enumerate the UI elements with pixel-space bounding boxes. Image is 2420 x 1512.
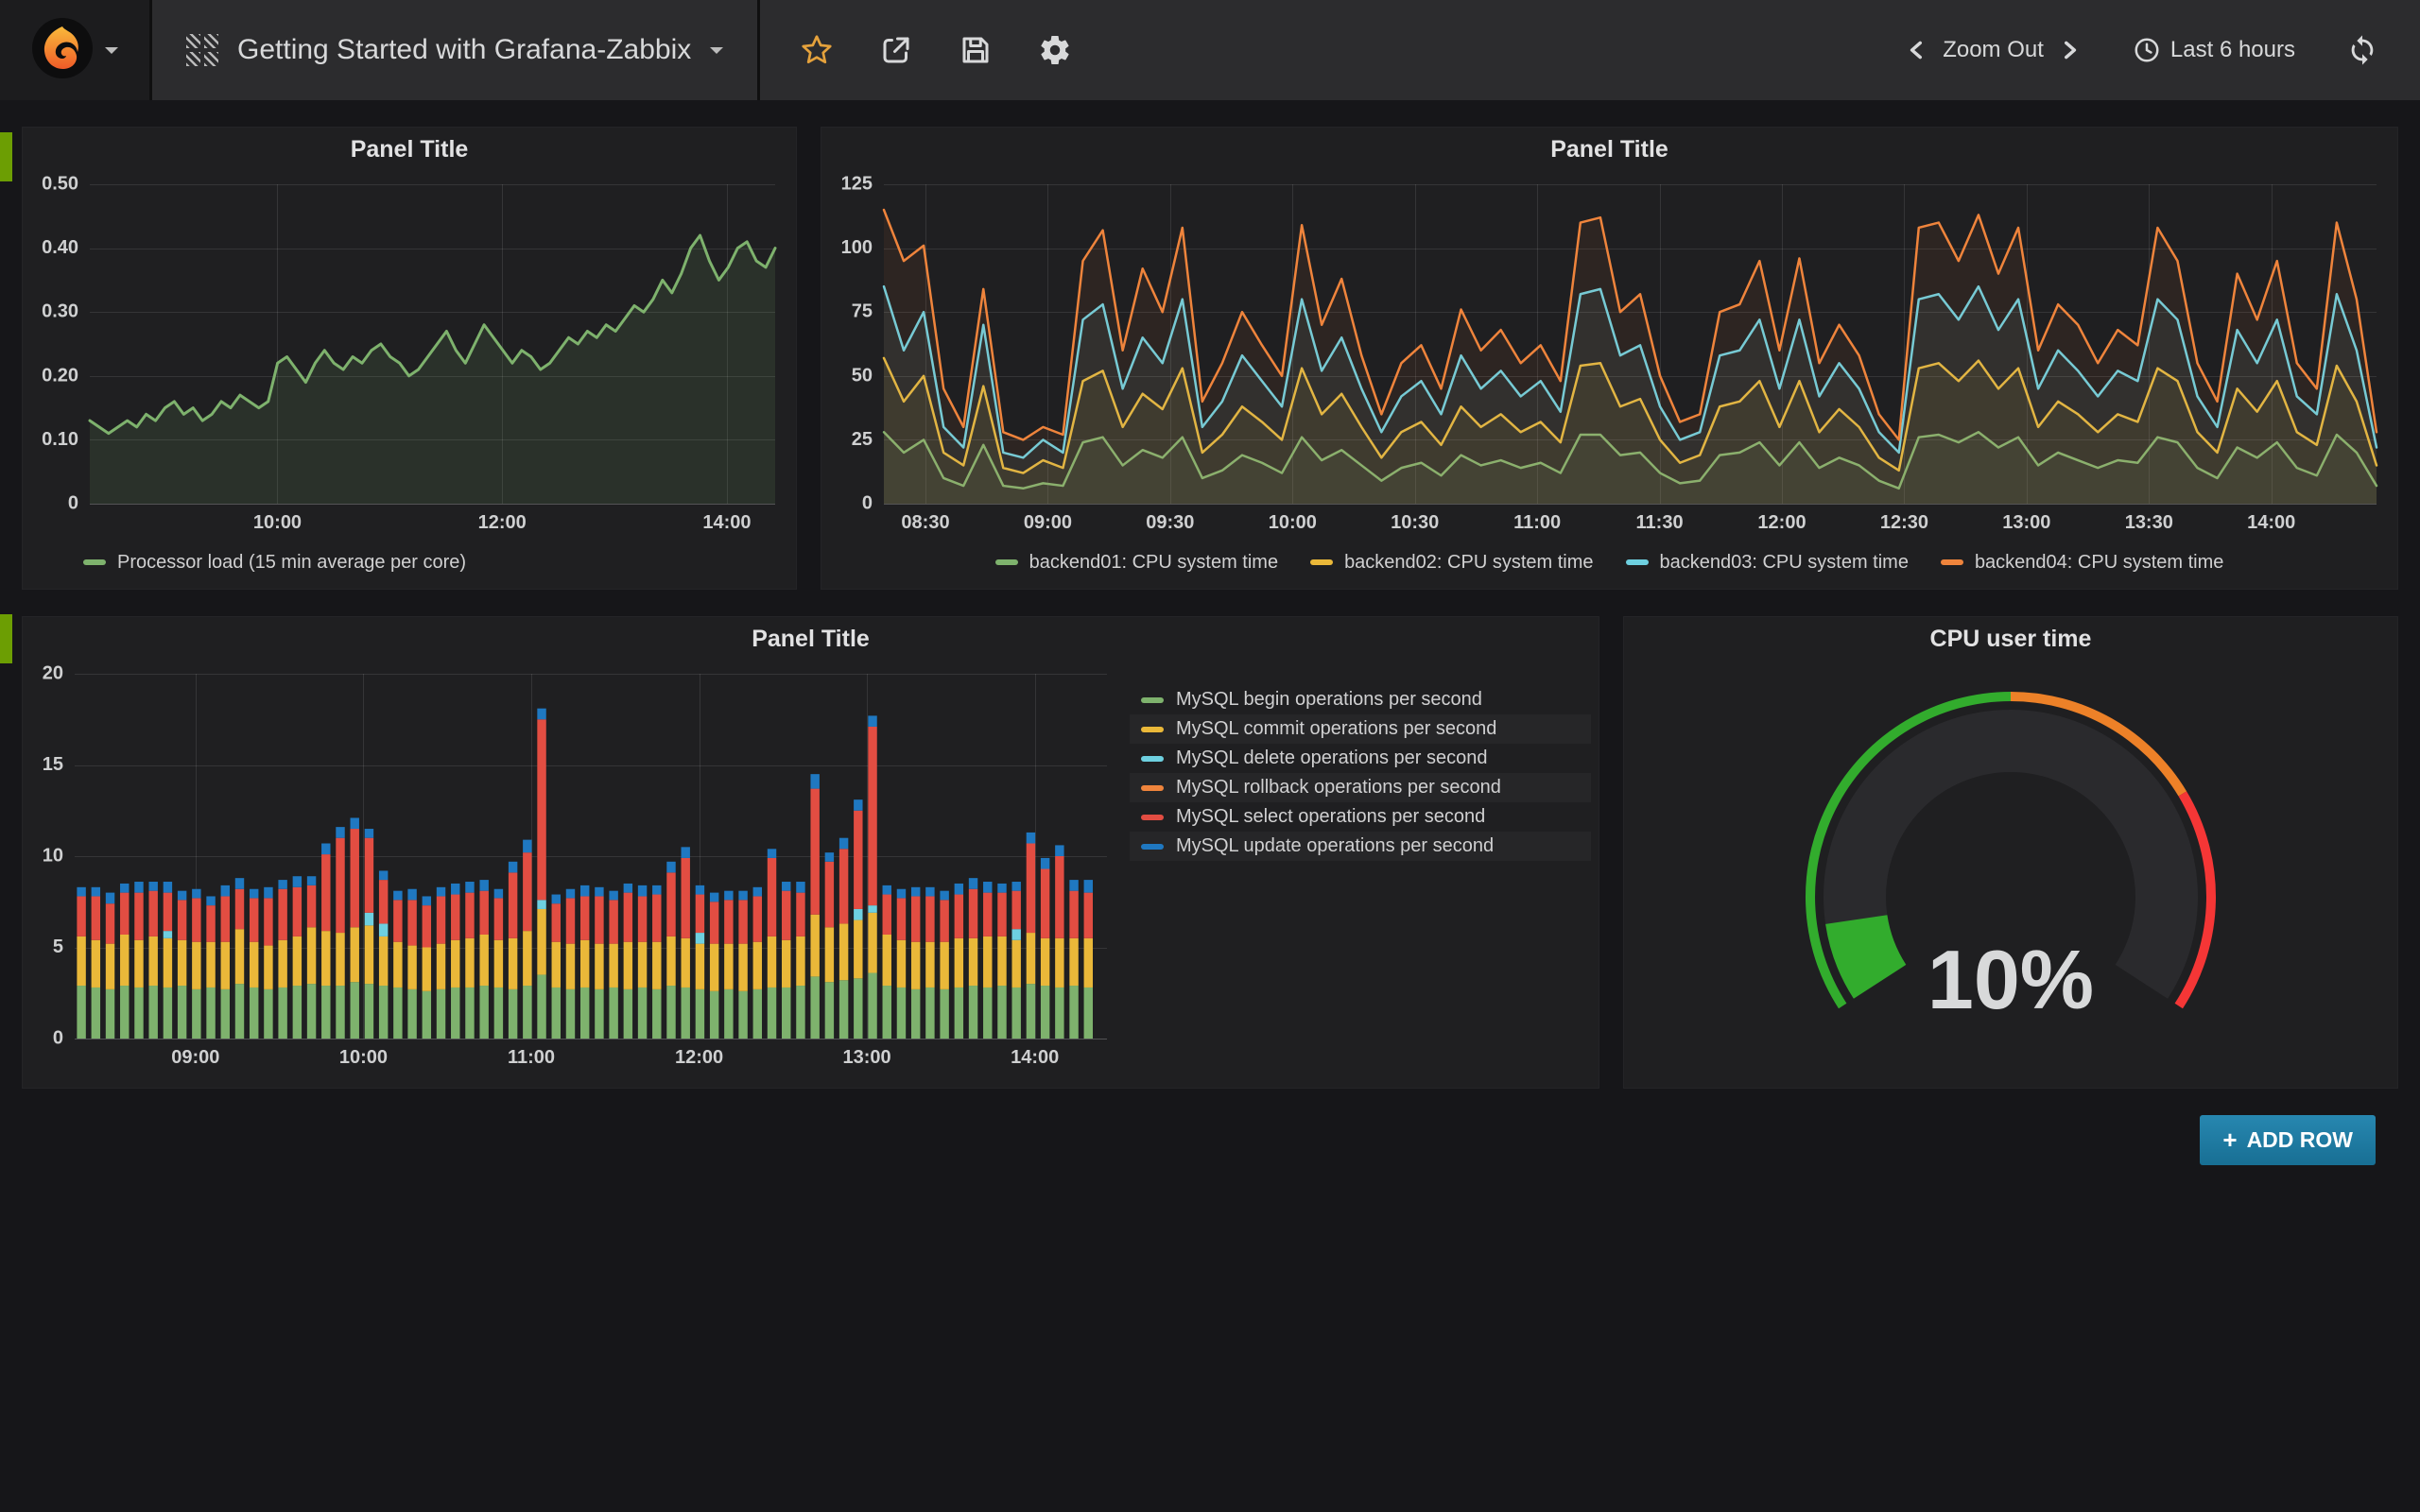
time-range-label: Last 6 hours <box>2170 37 2295 63</box>
legend-marker <box>1141 785 1164 791</box>
chevron-left-icon <box>1905 38 1929 62</box>
legend-marker <box>1141 844 1164 850</box>
dashboard-grid-icon <box>186 34 218 66</box>
panel-cpu-system-time: Panel Title backend01: CPU system time b… <box>821 127 2398 590</box>
time-controls: Zoom Out Last 6 hours <box>1905 34 2420 66</box>
legend-item[interactable]: Processor load (15 min average per core) <box>117 552 466 574</box>
add-row-button[interactable]: + ADD ROW <box>2200 1115 2376 1165</box>
dashboard-title: Getting Started with Grafana-Zabbix <box>237 34 691 66</box>
gear-icon <box>1038 33 1072 67</box>
legend-item[interactable]: MySQL update operations per second <box>1130 832 1591 861</box>
time-range-button[interactable]: Last 6 hours <box>2133 36 2295 64</box>
panel-title[interactable]: Panel Title <box>821 128 2397 171</box>
panel-processor-load: Panel Title Processor load (15 min avera… <box>22 127 797 590</box>
processor-load-chart[interactable] <box>30 171 790 541</box>
legend-marker <box>1141 727 1164 732</box>
panel-legend: backend01: CPU system time backend02: CP… <box>821 541 2397 583</box>
add-row-bar: + ADD ROW <box>22 1115 2398 1165</box>
legend-marker <box>1141 815 1164 820</box>
legend-marker <box>995 559 1018 565</box>
top-navbar: Getting Started with Grafana-Zabbix <box>0 0 2420 100</box>
legend-marker <box>1626 559 1649 565</box>
svg-text:10%: 10% <box>1927 933 2094 1026</box>
panel-title[interactable]: Panel Title <box>23 617 1599 661</box>
caret-down-icon <box>710 47 723 60</box>
panel-title[interactable]: Panel Title <box>23 128 796 171</box>
refresh-button[interactable] <box>2346 34 2378 66</box>
star-button[interactable] <box>800 33 834 67</box>
time-back-button[interactable] <box>1905 38 1929 62</box>
legend-marker <box>1310 559 1333 565</box>
save-button[interactable] <box>959 33 993 67</box>
plus-icon: + <box>2222 1125 2237 1155</box>
dashboard-row-2: Panel Title MySQL begin operations per s… <box>22 616 2398 1089</box>
legend-item[interactable]: backend01: CPU system time <box>995 552 1278 574</box>
time-forward-button[interactable] <box>2057 38 2082 62</box>
grafana-main-menu-button[interactable] <box>0 0 152 100</box>
legend-item[interactable]: backend02: CPU system time <box>1310 552 1593 574</box>
legend-marker <box>1141 756 1164 762</box>
legend-item[interactable]: backend03: CPU system time <box>1626 552 1909 574</box>
panel-cpu-user-time: CPU user time 10% <box>1623 616 2398 1089</box>
zoom-out-button[interactable]: Zoom Out <box>1943 37 2044 63</box>
chevron-right-icon <box>2057 38 2082 62</box>
cpu-user-time-gauge: 10% <box>1624 661 2397 1083</box>
share-icon <box>879 33 913 67</box>
dashboard-title-button[interactable]: Getting Started with Grafana-Zabbix <box>152 0 760 100</box>
panel-title[interactable]: CPU user time <box>1624 617 2397 661</box>
mysql-operations-chart[interactable] <box>30 661 1122 1076</box>
cpu-system-time-chart[interactable] <box>829 171 2392 541</box>
grafana-dashboard: Getting Started with Grafana-Zabbix <box>0 0 2420 1512</box>
caret-down-icon <box>105 47 118 60</box>
refresh-icon <box>2346 34 2378 66</box>
settings-button[interactable] <box>1038 33 1072 67</box>
legend-item[interactable]: MySQL begin operations per second <box>1130 685 1591 714</box>
panel-legend: Processor load (15 min average per core) <box>23 541 796 583</box>
row-toggle-strip[interactable] <box>0 614 12 663</box>
legend-item[interactable]: MySQL commit operations per second <box>1130 714 1591 744</box>
legend-item[interactable]: MySQL rollback operations per second <box>1130 773 1591 802</box>
star-icon <box>800 33 834 67</box>
grafana-logo-icon <box>31 17 94 84</box>
legend-item[interactable]: MySQL delete operations per second <box>1130 744 1591 773</box>
legend-marker <box>1941 559 1963 565</box>
dashboard-row-1: Panel Title Processor load (15 min avera… <box>22 127 2398 590</box>
dashboard-body: Panel Title Processor load (15 min avera… <box>0 100 2420 1165</box>
share-button[interactable] <box>879 33 913 67</box>
clock-icon <box>2133 36 2161 64</box>
legend-marker <box>1141 697 1164 703</box>
dashboard-actions <box>760 0 1112 100</box>
legend-marker <box>83 559 106 565</box>
panel-mysql-operations: Panel Title MySQL begin operations per s… <box>22 616 1599 1089</box>
legend-item[interactable]: backend04: CPU system time <box>1941 552 2223 574</box>
legend-item[interactable]: MySQL select operations per second <box>1130 802 1591 832</box>
save-icon <box>959 33 993 67</box>
row-toggle-strip[interactable] <box>0 132 12 181</box>
panel-legend: MySQL begin operations per second MySQL … <box>1130 661 1599 1076</box>
